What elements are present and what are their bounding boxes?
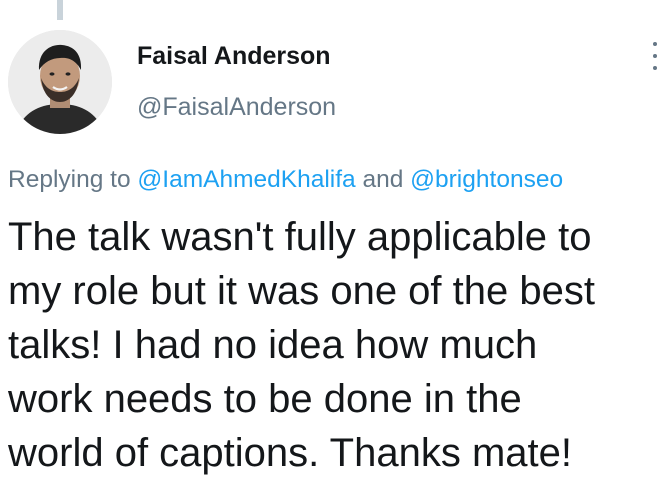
author-handle[interactable]: @FaisalAnderson bbox=[137, 93, 336, 122]
replying-prefix: Replying to bbox=[8, 166, 138, 193]
tweet-text: The talk wasn't fully applicable to my r… bbox=[8, 215, 595, 475]
replying-connector: and bbox=[355, 166, 411, 193]
thread-connector-line bbox=[57, 0, 63, 20]
mention-link-brightonseo[interactable]: @brightonseo bbox=[410, 166, 563, 193]
author-name[interactable]: Faisal Anderson bbox=[137, 42, 331, 71]
mention-link-ahmed[interactable]: @IamAhmedKhalifa bbox=[137, 166, 355, 193]
more-options-icon[interactable] bbox=[645, 38, 659, 74]
replying-to-line: Replying to @IamAhmedKhalifa and @bright… bbox=[8, 166, 659, 194]
avatar-image bbox=[8, 30, 112, 134]
avatar[interactable] bbox=[8, 30, 112, 134]
